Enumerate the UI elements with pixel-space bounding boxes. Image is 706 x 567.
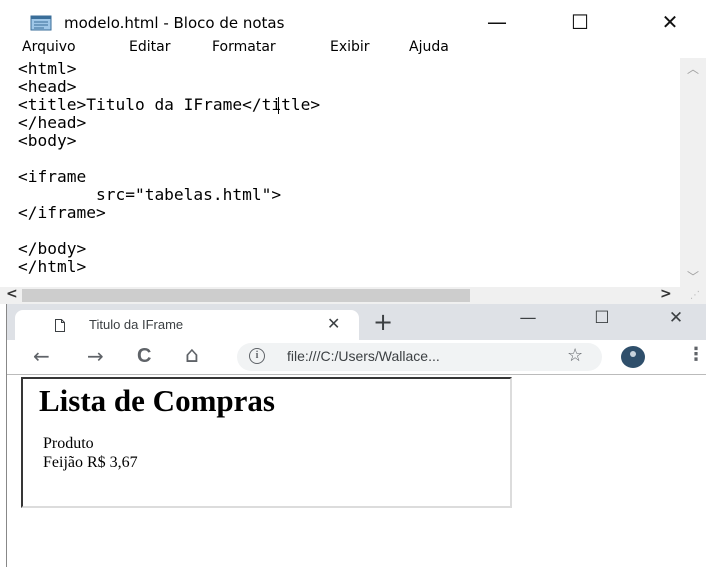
notepad-title: modelo.html - Bloco de notas	[64, 14, 285, 32]
vertical-scrollbar[interactable]: ︿ ﹀	[680, 58, 706, 288]
code-line: <body>	[18, 131, 77, 150]
browser-maximize-button[interactable]: ☐	[579, 304, 625, 334]
notepad-menu-bar: Arquivo Editar Formatar Exibir Ajuda	[0, 38, 706, 58]
code-line: src="tabelas.html">	[18, 185, 282, 204]
tab-active[interactable]: Titulo da IFrame ✕	[15, 310, 359, 340]
scroll-up-icon[interactable]: ︿	[687, 60, 699, 77]
code-line: </body>	[18, 239, 87, 258]
notepad-window: modelo.html - Bloco de notas — ☐ ✕ Arqui…	[0, 0, 706, 304]
code-line: <head>	[18, 77, 77, 96]
notepad-text-area[interactable]: <html> <head> <title>Titulo da IFrame</t…	[14, 59, 676, 284]
browser-close-button[interactable]: ✕	[653, 304, 699, 334]
info-icon[interactable]: i	[249, 348, 265, 364]
browser-minimize-button[interactable]: —	[505, 304, 551, 334]
iframe-row-item: Feijão R$ 3,67	[43, 454, 138, 471]
menu-formatar[interactable]: Formatar	[212, 39, 276, 55]
tab-close-icon[interactable]: ✕	[327, 314, 340, 333]
tab-strip: Titulo da IFrame ✕ + — ☐ ✕	[7, 304, 706, 340]
new-tab-button[interactable]: +	[373, 308, 393, 336]
code-line: <title>Titulo da IFrame</title>	[18, 95, 321, 114]
code-line: <iframe	[18, 167, 87, 186]
notepad-icon	[30, 15, 52, 31]
menu-editar[interactable]: Editar	[129, 39, 170, 55]
bookmark-star-icon[interactable]: ☆	[567, 345, 583, 366]
menu-kebab-icon[interactable]: ⋮	[687, 344, 705, 365]
profile-avatar[interactable]	[621, 346, 645, 368]
code-line: </iframe>	[18, 203, 106, 222]
scroll-thumb[interactable]	[22, 289, 470, 302]
code-line: </head>	[18, 113, 87, 132]
menu-arquivo[interactable]: Arquivo	[22, 39, 76, 55]
reload-icon[interactable]: C	[137, 344, 151, 368]
iframe-frame[interactable]: Lista de Compras Produto Feijão R$ 3,67	[21, 377, 512, 508]
resize-grip-icon[interactable]: ⋰	[690, 290, 700, 301]
home-icon[interactable]: ⌂	[185, 344, 199, 368]
code-line: </html>	[18, 257, 87, 276]
menu-exibir[interactable]: Exibir	[330, 39, 370, 55]
horizontal-scrollbar[interactable]: < >	[0, 286, 706, 304]
url-text[interactable]: file:///C:/Users/Wallace...	[287, 348, 440, 364]
maximize-button[interactable]: ☐	[555, 6, 605, 38]
avatar-dot	[630, 351, 636, 357]
scroll-left-icon[interactable]: <	[6, 286, 18, 302]
iframe-row-header: Produto	[43, 435, 94, 452]
forward-icon[interactable]: →	[87, 344, 104, 368]
code-line: <html>	[18, 59, 77, 78]
tab-title: Titulo da IFrame	[89, 317, 184, 332]
iframe-heading: Lista de Compras	[39, 383, 275, 418]
browser-window: Titulo da IFrame ✕ + — ☐ ✕ ← → C ⌂ i fil…	[6, 304, 706, 567]
address-bar[interactable]: i file:///C:/Users/Wallace... ☆	[237, 343, 602, 371]
minimize-button[interactable]: —	[472, 6, 522, 38]
text-caret	[278, 97, 279, 114]
scroll-right-icon[interactable]: >	[660, 286, 672, 302]
scroll-down-icon[interactable]: ﹀	[687, 268, 699, 285]
menu-ajuda[interactable]: Ajuda	[409, 39, 449, 55]
back-icon[interactable]: ←	[33, 344, 50, 368]
page-viewport: Lista de Compras Produto Feijão R$ 3,67	[7, 375, 706, 567]
close-button[interactable]: ✕	[645, 6, 695, 38]
page-icon	[55, 319, 65, 332]
browser-toolbar: ← → C ⌂ i file:///C:/Users/Wallace... ☆ …	[7, 340, 706, 374]
